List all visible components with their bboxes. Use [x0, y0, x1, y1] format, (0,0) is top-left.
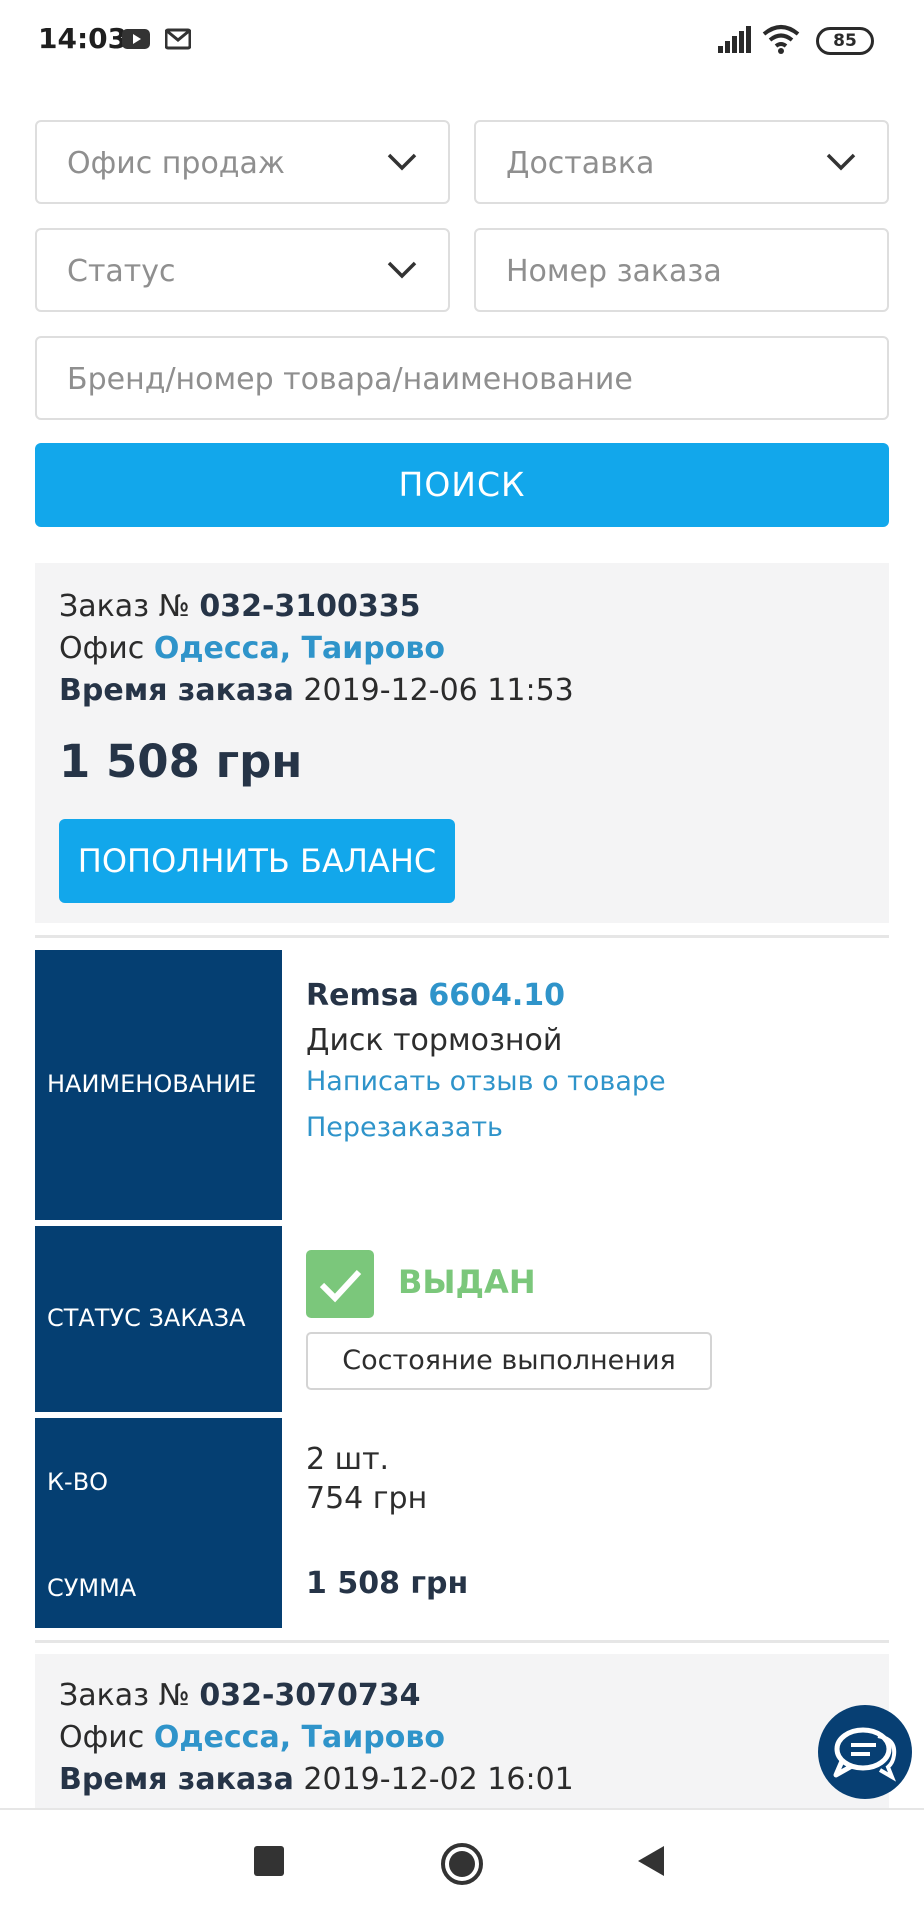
line-sum: 1 508 грн: [306, 1566, 469, 1601]
order-status: ВЫДАН: [398, 1263, 536, 1301]
wifi-icon: [762, 24, 800, 58]
divider: [35, 1640, 889, 1643]
topup-balance-button[interactable]: ПОПОЛНИТЬ БАЛАНС: [59, 819, 455, 903]
order-card: Заказ № 032-3100335 Офис Одесса, Таирово…: [35, 563, 889, 923]
product-brand-line: Remsa 6604.10: [306, 978, 565, 1013]
review-link[interactable]: Написать отзыв о товаре: [306, 1066, 666, 1097]
delivery-placeholder: Доставка: [506, 146, 655, 181]
recents-icon[interactable]: [254, 1846, 284, 1880]
chat-icon: [818, 1727, 912, 1803]
reorder-link[interactable]: Перезаказать: [306, 1112, 503, 1143]
office-line: Офис Одесса, Таирово: [59, 631, 445, 666]
search-button[interactable]: ПОИСК: [35, 443, 889, 527]
qty-sum-header-cell: К-ВО СУММА: [35, 1418, 282, 1628]
battery-indicator: 85: [816, 27, 874, 55]
office-link[interactable]: Одесса, Таирово: [154, 631, 445, 666]
order-label: Заказ №: [59, 589, 190, 624]
sales-office-select[interactable]: Офис продаж: [35, 120, 450, 204]
product-article-link[interactable]: 6604.10: [428, 978, 565, 1013]
status-time: 14:03: [38, 22, 128, 55]
signal-icon: [716, 26, 752, 58]
product-search-placeholder: Бренд/номер товара/наименование: [67, 362, 633, 397]
status-placeholder: Статус: [67, 254, 176, 289]
back-icon[interactable]: [636, 1844, 666, 1882]
order-number: 032-3100335: [199, 589, 421, 624]
chat-button[interactable]: [818, 1705, 912, 1799]
order-time-line: Время заказа 2019-12-02 16:01: [59, 1762, 574, 1797]
sales-office-placeholder: Офис продаж: [67, 146, 285, 181]
status-bar: 14:03 85: [0, 0, 924, 82]
office-label: Офис: [59, 1720, 145, 1755]
order-time-label: Время заказа: [59, 673, 294, 708]
order-card: Заказ № 032-3070734 Офис Одесса, Таирово…: [35, 1654, 889, 1808]
status-header: СТАТУС ЗАКАЗА: [47, 1304, 246, 1332]
office-label: Офис: [59, 631, 145, 666]
status-header-cell: СТАТУС ЗАКАЗА: [35, 1226, 282, 1412]
chevron-down-icon: [825, 152, 857, 176]
navigation-bar: [0, 1808, 924, 1920]
status-select[interactable]: Статус: [35, 228, 450, 312]
order-number-placeholder: Номер заказа: [506, 254, 722, 289]
gmail-icon: [164, 28, 192, 54]
youtube-icon: [122, 28, 150, 54]
sum-header: СУММА: [47, 1574, 137, 1602]
product-name: Диск тормозной: [306, 1023, 563, 1058]
name-header: НАИМЕНОВАНИЕ: [47, 1070, 257, 1098]
divider: [35, 935, 889, 938]
qty-header: К-ВО: [47, 1468, 109, 1496]
order-time-value: 2019-12-02 16:01: [303, 1762, 574, 1797]
order-time-label: Время заказа: [59, 1762, 294, 1797]
order-time-line: Время заказа 2019-12-06 11:53: [59, 673, 574, 708]
quantity: 2 шт.: [306, 1442, 390, 1477]
execution-state-button[interactable]: Состояние выполнения: [306, 1332, 712, 1390]
unit-price: 754 грн: [306, 1481, 428, 1516]
order-number: 032-3070734: [199, 1678, 421, 1713]
order-time-value: 2019-12-06 11:53: [303, 673, 574, 708]
delivery-select[interactable]: Доставка: [474, 120, 889, 204]
order-number-input[interactable]: Номер заказа: [474, 228, 889, 312]
office-link[interactable]: Одесса, Таирово: [154, 1720, 445, 1755]
order-amount: 1 508 грн: [59, 735, 303, 788]
order-number-line: Заказ № 032-3100335: [59, 589, 421, 624]
home-icon[interactable]: [440, 1842, 484, 1890]
office-line: Офис Одесса, Таирово: [59, 1720, 445, 1755]
chevron-down-icon: [386, 260, 418, 284]
order-label: Заказ №: [59, 1678, 190, 1713]
order-number-line: Заказ № 032-3070734: [59, 1678, 421, 1713]
check-icon: [306, 1250, 374, 1318]
name-header-cell: НАИМЕНОВАНИЕ: [35, 950, 282, 1220]
product-brand: Remsa: [306, 978, 419, 1013]
chevron-down-icon: [386, 152, 418, 176]
product-search-input[interactable]: Бренд/номер товара/наименование: [35, 336, 889, 420]
